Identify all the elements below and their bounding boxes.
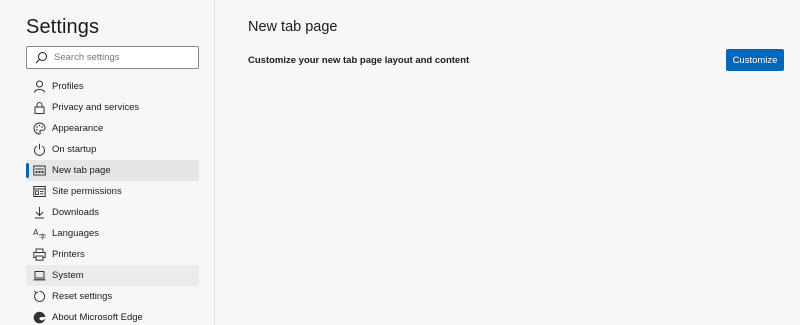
sidebar-item-languages[interactable]: A字 Languages bbox=[26, 223, 199, 244]
sidebar-item-about[interactable]: About Microsoft Edge bbox=[26, 307, 199, 325]
sidebar-item-profiles[interactable]: Profiles bbox=[26, 76, 199, 97]
sidebar-item-downloads[interactable]: Downloads bbox=[26, 202, 199, 223]
sidebar-item-label: Downloads bbox=[52, 207, 99, 218]
search-box[interactable] bbox=[26, 46, 199, 69]
search-input[interactable] bbox=[54, 52, 194, 63]
sidebar-item-privacy[interactable]: Privacy and services bbox=[26, 97, 199, 118]
section-title: New tab page bbox=[248, 19, 338, 35]
lock-icon bbox=[32, 101, 46, 115]
sidebar-item-new-tab-page[interactable]: New tab page bbox=[26, 160, 199, 181]
sidebar-item-reset-settings[interactable]: Reset settings bbox=[26, 286, 199, 307]
sidebar-item-label: Appearance bbox=[52, 123, 104, 134]
printer-icon bbox=[32, 248, 46, 262]
sidebar-item-label: Site permissions bbox=[52, 186, 122, 197]
sidebar-item-label: New tab page bbox=[52, 165, 111, 176]
sidebar-item-printers[interactable]: Printers bbox=[26, 244, 199, 265]
main-content: New tab page Customize your new tab page… bbox=[216, 0, 800, 325]
laptop-icon bbox=[32, 269, 46, 283]
sidebar: Settings Profiles Privacy and services A… bbox=[0, 0, 215, 325]
sidebar-item-label: System bbox=[52, 270, 84, 281]
sidebar-item-label: About Microsoft Edge bbox=[52, 312, 143, 323]
sidebar-item-system[interactable]: System bbox=[26, 265, 199, 286]
customize-button[interactable]: Customize bbox=[726, 49, 784, 71]
svg-text:字: 字 bbox=[39, 233, 46, 241]
edge-icon bbox=[32, 311, 46, 325]
power-icon bbox=[32, 143, 46, 157]
download-icon bbox=[32, 206, 46, 220]
sidebar-item-label: Privacy and services bbox=[52, 102, 140, 113]
page-title: Settings bbox=[26, 16, 100, 38]
sidebar-item-site-permissions[interactable]: Site permissions bbox=[26, 181, 199, 202]
sidebar-nav: Profiles Privacy and services Appearance… bbox=[26, 76, 199, 325]
reset-icon bbox=[32, 290, 46, 304]
sidebar-item-label: Reset settings bbox=[52, 291, 113, 302]
sidebar-item-label: On startup bbox=[52, 144, 97, 155]
language-icon: A字 bbox=[32, 227, 46, 241]
customize-label: Customize your new tab page layout and c… bbox=[248, 55, 470, 66]
sidebar-item-on-startup[interactable]: On startup bbox=[26, 139, 199, 160]
sidebar-item-appearance[interactable]: Appearance bbox=[26, 118, 199, 139]
sidebar-item-label: Printers bbox=[52, 249, 85, 260]
sidebar-item-label: Languages bbox=[52, 228, 100, 239]
site-permissions-icon bbox=[32, 185, 46, 199]
search-icon bbox=[34, 51, 48, 65]
person-icon bbox=[32, 80, 46, 94]
new-tab-icon bbox=[32, 164, 46, 178]
sidebar-item-label: Profiles bbox=[52, 81, 84, 92]
palette-icon bbox=[32, 122, 46, 136]
